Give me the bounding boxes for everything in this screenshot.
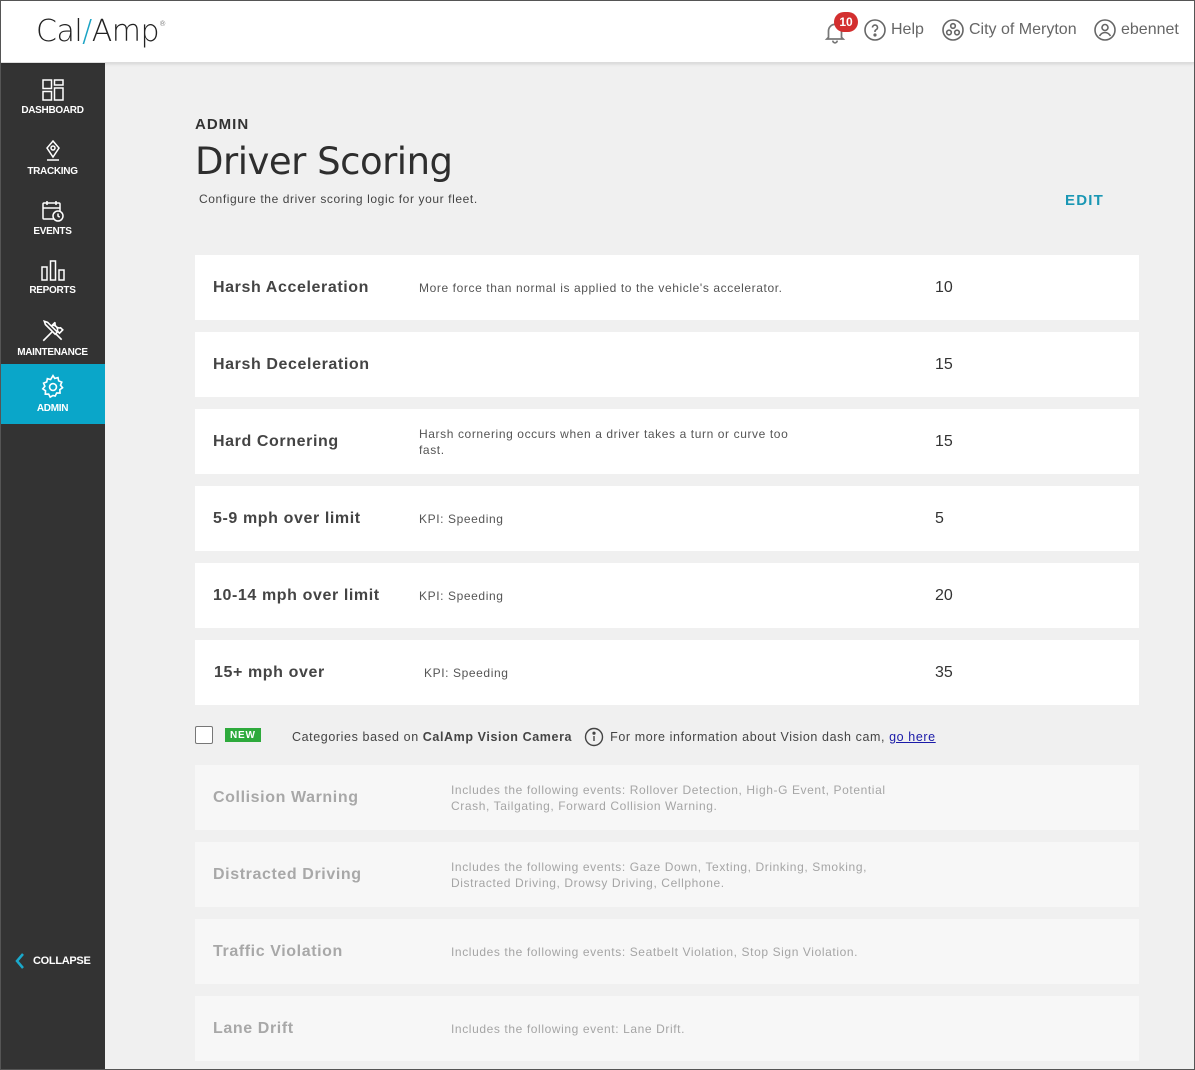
vision-brand-name: CalAmp Vision Camera	[422, 730, 573, 744]
rule-description	[419, 332, 809, 397]
vision-rule-name: Distracted Driving	[213, 865, 362, 883]
logo-slash: /	[82, 14, 92, 49]
vision-rule-description: Includes the following events: Seatbelt …	[451, 944, 859, 959]
scoring-rule-row: Harsh Deceleration 15	[195, 332, 1139, 397]
vision-rule-name: Traffic Violation	[213, 942, 343, 960]
rule-score: 10	[935, 278, 953, 296]
sidebar-item-label: ADMIN	[36, 403, 69, 414]
rule-score: 35	[935, 663, 953, 681]
rule-name: Hard Cornering	[213, 432, 339, 450]
vision-go-here-link[interactable]: go here	[889, 730, 936, 744]
vision-rule-name: Lane Drift	[213, 1019, 294, 1037]
sidebar-item-label: DASHBOARD	[21, 105, 84, 116]
rule-score: 15	[935, 432, 953, 450]
page-subtitle: Configure the driver scoring logic for y…	[199, 192, 478, 206]
rule-description: KPI: Speeding	[419, 588, 504, 603]
chevron-left-icon	[15, 953, 24, 969]
vision-categories-checkbox[interactable]	[195, 726, 213, 744]
rule-name: Harsh Deceleration	[213, 355, 370, 373]
rule-name: 15+ mph over	[214, 663, 325, 681]
sidebar-item-label: EVENTS	[33, 226, 72, 237]
page-title: Driver Scoring	[195, 140, 453, 183]
scoring-rule-row: 5-9 mph over limit KPI: Speeding 5	[195, 486, 1139, 551]
vision-rule-description: Includes the following events: Rollover …	[451, 782, 886, 813]
collapse-sidebar-button[interactable]: COLLAPSE	[14, 952, 91, 970]
scoring-rule-row: Harsh Acceleration More force than norma…	[195, 255, 1139, 320]
sidebar-nav: DASHBOARD TRACKING EVENTS REPORTS MAINTE…	[0, 63, 105, 1070]
info-icon[interactable]	[584, 727, 604, 747]
notification-count-badge: 10	[834, 12, 858, 32]
edit-button[interactable]: EDIT	[1065, 192, 1104, 209]
map-pin-icon	[45, 139, 60, 161]
sidebar-item-label: MAINTENANCE	[17, 347, 88, 358]
organization-switcher[interactable]: City of Meryton	[941, 18, 1077, 42]
collapse-label: COLLAPSE	[33, 955, 91, 967]
rule-score: 20	[935, 586, 953, 604]
rule-description: More force than normal is applied to the…	[419, 280, 783, 295]
scoring-rule-row: 10-14 mph over limit KPI: Speeding 20	[195, 563, 1139, 628]
logo-registered-mark: ®	[159, 20, 166, 28]
logo-text-right: Amp	[91, 14, 160, 49]
sidebar-item-tracking[interactable]: TRACKING	[0, 128, 105, 188]
help-label: Help	[891, 21, 924, 38]
help-button[interactable]: Help	[863, 18, 924, 42]
rule-name: 5-9 mph over limit	[213, 509, 361, 527]
sidebar-item-label: TRACKING	[27, 166, 78, 177]
rule-description: KPI: Speeding	[419, 511, 504, 526]
sidebar-item-admin[interactable]: ADMIN	[0, 364, 105, 424]
organization-icon	[941, 18, 965, 42]
rule-score: 15	[935, 355, 953, 373]
user-menu[interactable]: ebennet	[1093, 18, 1179, 42]
sidebar-item-reports[interactable]: REPORTS	[0, 247, 105, 307]
vision-rule-name: Collision Warning	[213, 788, 359, 806]
question-circle-icon	[863, 18, 887, 42]
vision-rule-row: Lane Drift Includes the following event:…	[195, 996, 1139, 1061]
rule-name: 10-14 mph over limit	[213, 586, 380, 604]
rule-description: Harsh cornering occurs when a driver tak…	[419, 426, 789, 457]
bar-chart-icon	[40, 260, 65, 281]
rule-name: Harsh Acceleration	[213, 278, 370, 296]
gear-icon	[41, 374, 64, 399]
sidebar-item-label: REPORTS	[29, 285, 76, 296]
new-badge: NEW	[225, 728, 261, 742]
tools-icon	[42, 319, 64, 342]
scoring-rule-row: Hard Cornering Harsh cornering occurs wh…	[195, 409, 1139, 474]
scoring-rule-row: 15+ mph over KPI: Speeding 35	[195, 640, 1139, 705]
top-bar: Cal/Amp® 10 Help City of Meryton ebennet	[0, 0, 1195, 63]
user-avatar-icon	[1093, 18, 1117, 42]
calamp-logo[interactable]: Cal/Amp®	[36, 14, 166, 49]
user-name-label: ebennet	[1121, 21, 1179, 38]
vision-rule-row: Distracted Driving Includes the followin…	[195, 842, 1139, 907]
sidebar-item-maintenance[interactable]: MAINTENANCE	[0, 308, 105, 368]
vision-rule-description: Includes the following events: Gaze Down…	[451, 859, 868, 890]
vision-text-before: Categories based on	[292, 730, 419, 744]
organization-label: City of Meryton	[969, 21, 1077, 38]
vision-camera-bar: NEW Categories based on CalAmp Vision Ca…	[195, 724, 1139, 748]
vision-info-sentence: For more information about Vision dash c…	[610, 730, 886, 744]
rule-score: 5	[935, 509, 944, 527]
vision-info-text: Categories based on CalAmp Vision Camera…	[292, 727, 936, 747]
vision-rule-description: Includes the following event: Lane Drift…	[451, 1021, 686, 1036]
vision-rule-row: Traffic Violation Includes the following…	[195, 919, 1139, 984]
sidebar-item-events[interactable]: EVENTS	[0, 188, 105, 248]
logo-text-left: Cal	[36, 14, 83, 49]
page-eyebrow: ADMIN	[195, 116, 250, 133]
dashboard-icon	[41, 79, 64, 101]
sidebar-item-dashboard[interactable]: DASHBOARD	[0, 67, 105, 127]
vision-rule-row: Collision Warning Includes the following…	[195, 765, 1139, 830]
rule-description: KPI: Speeding	[424, 665, 509, 680]
calendar-clock-icon	[41, 201, 64, 222]
